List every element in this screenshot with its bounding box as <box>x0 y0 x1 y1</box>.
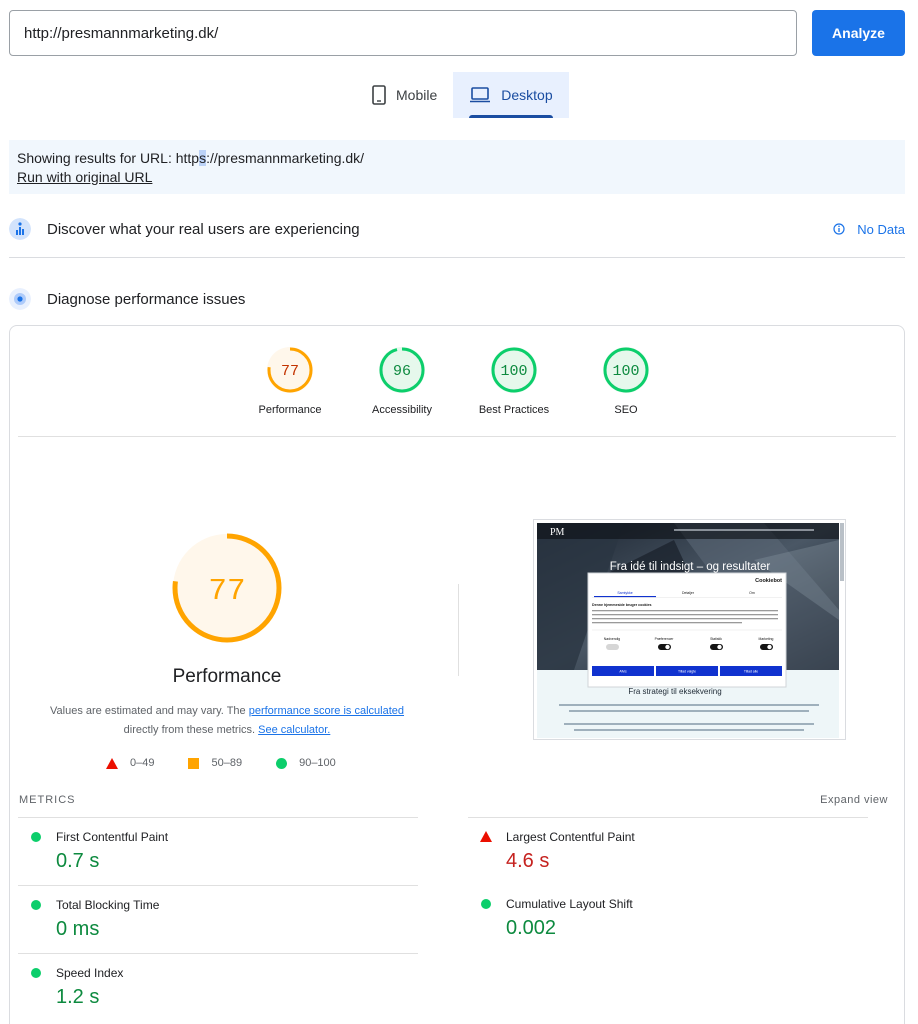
score-label: Best Practices <box>478 404 550 416</box>
metric-name: Total Blocking Time <box>56 898 160 912</box>
no-data-indicator[interactable]: No Data <box>833 222 905 237</box>
pass-indicator-icon <box>31 832 41 842</box>
pass-indicator-icon <box>31 968 41 978</box>
metric-name: First Contentful Paint <box>56 830 169 844</box>
score-gauge-seo[interactable]: 100 SEO <box>584 346 668 416</box>
card-divider <box>18 436 896 437</box>
lab-data-section: Diagnose performance issues <box>9 284 905 314</box>
score-value: 77 <box>281 363 299 380</box>
score-legend: 0–49 50–89 90–100 <box>106 757 336 769</box>
score-value: 100 <box>500 363 527 380</box>
metrics-header: METRICS <box>19 794 76 806</box>
pass-indicator-icon <box>31 900 41 910</box>
score-calculated-link[interactable]: performance score is calculated <box>249 705 404 717</box>
score-ring: 100 <box>603 347 649 393</box>
metric-value: 4.6 s <box>506 850 550 872</box>
score-ring: 77 <box>267 347 313 393</box>
performance-score-large: 77 <box>208 574 245 609</box>
metric-value: 0 ms <box>56 918 100 940</box>
score-ring: 100 <box>491 347 537 393</box>
performance-description: Values are estimated and may vary. The p… <box>50 705 405 736</box>
metric-value: 0.7 s <box>56 850 100 872</box>
metric-lcp: Largest Contentful Paint 4.6 s <box>468 817 868 885</box>
analyze-button[interactable]: Analyze <box>812 10 905 56</box>
no-data-label: No Data <box>857 221 905 237</box>
pass-indicator-icon <box>481 899 491 909</box>
screenshot-image: PM Fra idé til indsigt – og resultater F… <box>537 523 844 738</box>
svg-text:Denne hjemmeside bruger cookie: Denne hjemmeside bruger cookies <box>592 603 652 607</box>
expand-view-toggle[interactable]: Expand view <box>820 794 888 806</box>
diagnose-icon <box>9 288 31 310</box>
vertical-divider <box>458 584 459 676</box>
metric-name: Cumulative Layout Shift <box>506 897 633 911</box>
see-calculator-link[interactable]: See calculator. <box>258 724 330 736</box>
metric-name: Speed Index <box>56 966 124 980</box>
svg-text:Nødvendig: Nødvendig <box>604 637 621 641</box>
field-data-section: Discover what your real users are experi… <box>9 214 905 244</box>
score-gauge-accessibility[interactable]: 96 Accessibility <box>360 346 444 416</box>
svg-text:Afvis: Afvis <box>619 670 627 674</box>
red-triangle-icon <box>106 757 118 769</box>
cookiebot-logo: Cookiebot <box>755 578 782 584</box>
legend-pass: 90–100 <box>276 757 336 769</box>
metric-tbt: Total Blocking Time 0 ms <box>18 885 418 953</box>
fail-indicator-icon <box>480 831 492 842</box>
score-ring: 96 <box>379 347 425 393</box>
metric-value: 0.002 <box>506 917 557 939</box>
svg-text:Om: Om <box>749 591 755 595</box>
tab-desktop[interactable]: Desktop <box>453 72 569 118</box>
score-value: 96 <box>393 363 411 380</box>
green-circle-icon <box>276 757 288 769</box>
section-divider <box>9 257 905 258</box>
performance-title: Performance <box>172 666 282 687</box>
screenshot-logo: PM <box>550 527 565 538</box>
score-gauge-best-practices[interactable]: 100 Best Practices <box>472 346 556 416</box>
lab-data-title: Diagnose performance issues <box>47 290 246 308</box>
laptop-icon <box>470 87 491 103</box>
field-data-title: Discover what your real users are experi… <box>47 220 360 238</box>
screenshot-headline: Fra idé til indsigt – og resultater <box>610 561 771 573</box>
score-value: 100 <box>612 363 639 380</box>
url-bar: Analyze <box>9 10 905 56</box>
legend-fail: 0–49 <box>106 757 154 769</box>
svg-text:Tillad valgte: Tillad valgte <box>678 670 696 674</box>
metric-value: 1.2 s <box>56 986 100 1008</box>
score-label: Performance <box>258 404 322 416</box>
run-original-url-link[interactable]: Run with original URL <box>17 168 897 187</box>
url-input[interactable] <box>9 10 797 56</box>
device-tabs: Mobile Desktop <box>356 72 569 118</box>
score-label: SEO <box>614 404 638 416</box>
tab-mobile-label: Mobile <box>396 87 438 103</box>
score-label: Accessibility <box>372 404 432 416</box>
svg-text:Præferencer: Præferencer <box>655 637 675 641</box>
legend-average: 50–89 <box>188 757 242 769</box>
tab-desktop-label: Desktop <box>501 87 553 103</box>
svg-text:Marketing: Marketing <box>759 637 774 641</box>
metric-name: Largest Contentful Paint <box>506 830 635 844</box>
metric-cls: Cumulative Layout Shift 0.002 <box>468 885 868 953</box>
page-screenshot: PM Fra idé til indsigt – og resultater F… <box>533 519 846 740</box>
info-icon <box>833 223 845 235</box>
metric-speed-index: Speed Index 1.2 s <box>18 953 418 1021</box>
phone-icon <box>372 85 386 105</box>
screenshot-subheadline: Fra strategi til eksekvering <box>628 687 721 696</box>
report-card: 77 Performance 96 Accessibility 100 Best Prac… <box>9 325 905 1024</box>
svg-text:Detaljer: Detaljer <box>682 591 695 595</box>
performance-gauge-large: 77 <box>172 533 282 643</box>
url-redirect-notice: Showing results for URL: https://presman… <box>9 140 905 194</box>
score-gauges: 77 Performance 96 Accessibility 100 Best Prac… <box>10 346 904 416</box>
tab-mobile[interactable]: Mobile <box>356 72 453 118</box>
notice-text: Showing results for URL: https://presman… <box>17 150 365 166</box>
score-gauge-performance[interactable]: 77 Performance <box>248 346 332 416</box>
users-data-icon <box>9 218 31 240</box>
orange-square-icon <box>188 757 200 769</box>
svg-text:Tillad alle: Tillad alle <box>744 670 758 674</box>
svg-text:Samtykke: Samtykke <box>617 591 632 595</box>
metric-fcp: First Contentful Paint 0.7 s <box>18 817 418 885</box>
svg-text:Statistik: Statistik <box>710 637 722 641</box>
